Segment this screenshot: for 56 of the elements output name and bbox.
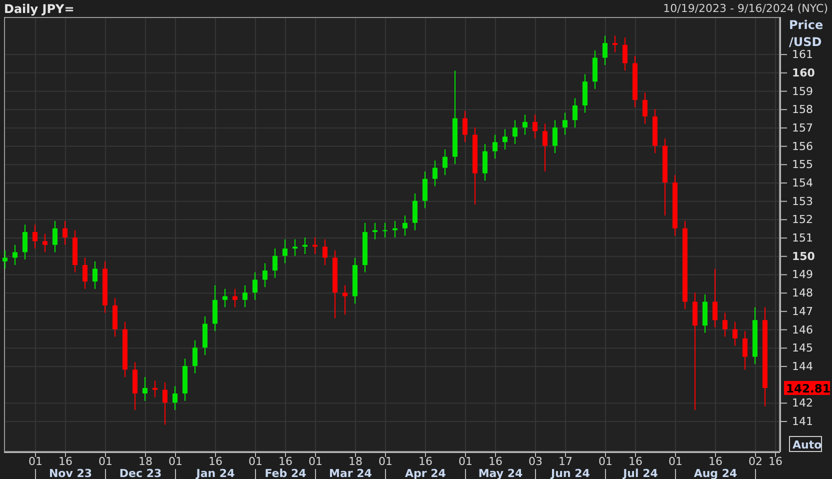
axis-title: Price /USD: [789, 18, 824, 49]
axis-label: 156: [792, 140, 813, 153]
axis-label: 01: [598, 455, 612, 468]
axis-label: 157: [792, 121, 813, 134]
price-marker: 142.81: [784, 380, 830, 396]
month-label: Aug 24: [694, 467, 738, 479]
month-label: Mar 24: [329, 467, 372, 479]
month-label: Jul 24: [623, 467, 658, 479]
month-label: Jan 24: [196, 467, 235, 479]
axis-label: 03: [528, 455, 542, 468]
chart-title: Daily JPY=: [4, 2, 74, 16]
axis-label: 141: [792, 415, 813, 428]
month-label: Apr 24: [405, 467, 446, 479]
axis-label: 155: [792, 158, 813, 172]
axis-label: 16: [418, 455, 432, 468]
axis-label: 159: [792, 84, 813, 98]
axis-label: 147: [792, 304, 813, 318]
axis-label: 152: [792, 213, 813, 226]
month-label: Jun 24: [551, 467, 590, 479]
axis-label: 154: [792, 176, 813, 190]
axis-label: 16: [278, 455, 292, 468]
axis-label: 16: [768, 455, 782, 468]
axis-label: 144: [792, 360, 813, 373]
axis-label: 02: [748, 455, 762, 468]
axis-label: 16: [58, 455, 72, 468]
axis-label: 01: [28, 455, 42, 468]
month-label: Dec 23: [119, 467, 162, 479]
axis-label: 142: [792, 396, 813, 410]
month-label: Nov 23: [48, 467, 92, 479]
axis-label: 16: [628, 455, 642, 468]
axis-label: 16: [708, 455, 722, 468]
axis-label: 18: [348, 455, 362, 468]
axis-label: 146: [792, 323, 813, 336]
axis-label: 153: [792, 194, 813, 208]
axis-label: 17: [558, 455, 572, 468]
axis-label: 16: [488, 455, 502, 468]
axis-label: 01: [668, 455, 682, 468]
axis-label: 01: [308, 455, 322, 468]
date-range: 10/19/2023 - 9/16/2024 (NYC): [663, 2, 828, 15]
axis-label: 16: [208, 455, 222, 468]
axis-label: 158: [792, 103, 813, 116]
axis-label: 01: [248, 455, 262, 468]
axis-label: 01: [458, 455, 472, 468]
axis-label: 160: [792, 66, 815, 80]
axis-label: 149: [792, 268, 813, 282]
axis-label: 145: [792, 342, 813, 355]
axis-label: 148: [792, 286, 813, 300]
axis-label: 18: [138, 455, 152, 468]
axis-label: 01: [168, 455, 182, 468]
axis-label: 161: [792, 48, 813, 62]
axis-label: 01: [98, 455, 112, 468]
month-label: May 24: [478, 467, 523, 479]
axis-label: 150: [792, 250, 815, 263]
axis-label: 151: [792, 232, 813, 245]
month-label: Feb 24: [264, 467, 306, 479]
axis-label: 01: [378, 455, 392, 468]
